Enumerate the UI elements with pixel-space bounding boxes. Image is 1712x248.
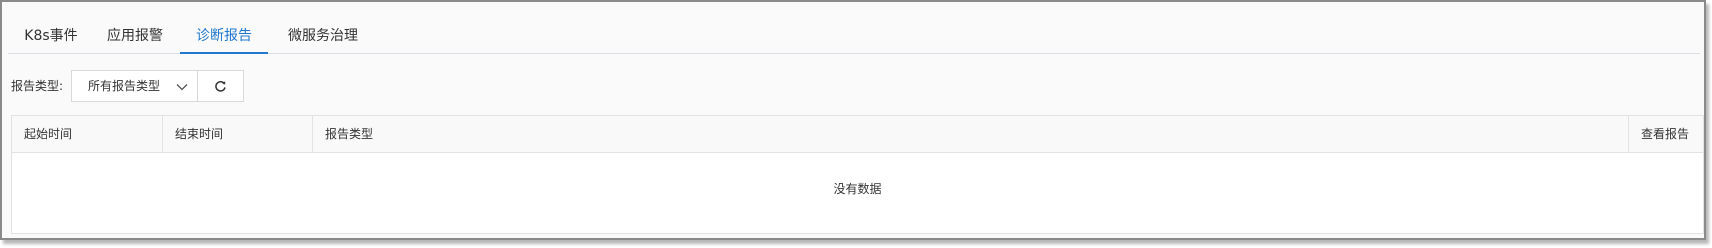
refresh-icon	[215, 80, 226, 92]
column-end-time: 结束时间	[162, 116, 312, 152]
tab-diagnostic-reports[interactable]: 诊断报告	[180, 19, 268, 54]
tab-microservice-governance[interactable]: 微服务治理	[283, 19, 363, 53]
panel-frame: K8s事件 应用报警 诊断报告 微服务治理 报告类型: 所有报告类型 起始时间 …	[0, 0, 1706, 240]
table-header: 起始时间 结束时间 报告类型 查看报告	[12, 116, 1703, 153]
empty-state-text: 没有数据	[833, 182, 882, 196]
tab-app-alerts[interactable]: 应用报警	[100, 19, 170, 53]
tab-k8s-events[interactable]: K8s事件	[20, 19, 82, 53]
report-type-label: 报告类型:	[11, 79, 64, 93]
column-start-time: 起始时间	[24, 127, 73, 141]
reports-table: 起始时间 结束时间 报告类型 查看报告 没有数据	[11, 115, 1704, 234]
column-view-report: 查看报告	[1628, 116, 1703, 152]
chevron-down-icon	[175, 79, 189, 93]
report-type-select-value: 所有报告类型	[88, 79, 161, 93]
tab-bar: K8s事件 应用报警 诊断报告 微服务治理	[8, 19, 1700, 54]
column-report-type: 报告类型	[312, 116, 1628, 152]
report-type-select[interactable]: 所有报告类型	[71, 70, 198, 102]
refresh-button[interactable]	[198, 70, 244, 102]
